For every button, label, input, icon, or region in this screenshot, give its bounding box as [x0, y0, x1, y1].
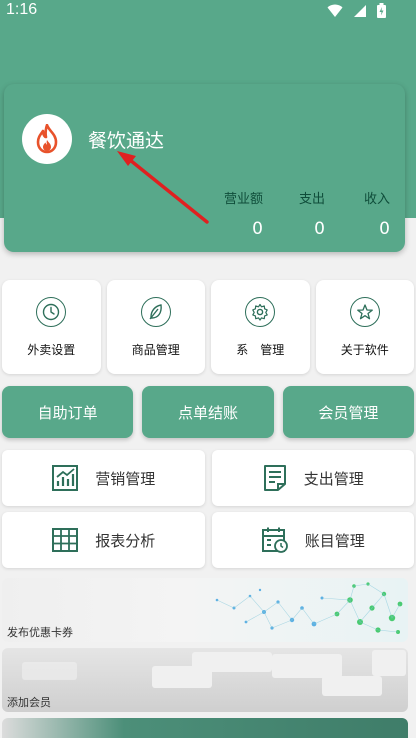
chart-icon — [52, 465, 79, 491]
stat-revenue-label: 营业额 — [223, 192, 263, 207]
report-analysis-tile[interactable]: 报表分析 — [2, 512, 205, 568]
about-software-tile[interactable]: 关于软件 — [315, 280, 414, 374]
decor-block — [322, 676, 382, 696]
report-analysis-label: 报表分析 — [95, 531, 156, 550]
fire-icon — [36, 124, 58, 154]
stat-revenue: 营业额 0 — [224, 188, 263, 239]
summary-card: 餐饮通达 营业额 0 支出 0 收入 0 — [4, 84, 405, 252]
coupon-banner-label: 发布优惠卡券 — [7, 626, 73, 639]
wifi-icon — [327, 4, 343, 17]
promo-banner-partial[interactable] — [2, 718, 408, 738]
quick-settings-grid: 外卖设置 商品管理 系 管理 关于软件 — [2, 280, 414, 374]
decor-block — [272, 654, 342, 678]
member-management-button[interactable]: 会员管理 — [282, 386, 414, 438]
expense-management-label: 支出管理 — [303, 469, 364, 488]
stat-expense-label: 支出 — [298, 192, 325, 207]
app-title: 餐饮通达 — [88, 130, 165, 152]
calendar-icon — [261, 527, 288, 553]
stat-income: 收入 0 — [364, 188, 390, 239]
battery-icon — [377, 3, 386, 18]
stat-income-label: 收入 — [363, 192, 390, 207]
add-member-banner[interactable]: 添加会员 — [2, 648, 408, 712]
product-management-tile[interactable]: 商品管理 — [106, 280, 205, 374]
status-bar: 1:16 — [0, 0, 416, 24]
feather-icon — [140, 296, 171, 327]
account-management-label: 账目管理 — [304, 531, 365, 550]
self-order-button[interactable]: 自助订单 — [2, 386, 134, 438]
coupon-banner[interactable]: 发布优惠卡券 — [2, 578, 408, 642]
system-management-label: 系 管理 — [236, 342, 285, 357]
product-management-label: 商品管理 — [131, 342, 180, 357]
module-row-2: 报表分析 账目管理 — [2, 512, 414, 568]
status-time: 1:16 — [6, 1, 38, 18]
table-icon — [52, 528, 79, 552]
account-management-tile[interactable]: 账目管理 — [211, 512, 414, 568]
decor-block — [192, 652, 272, 672]
decor-block — [22, 662, 77, 680]
expense-management-tile[interactable]: 支出管理 — [211, 450, 414, 506]
order-checkout-button[interactable]: 点单结账 — [142, 386, 274, 438]
marketing-management-label: 营销管理 — [95, 469, 156, 488]
takeout-settings-tile[interactable]: 外卖设置 — [2, 280, 101, 374]
module-row-1: 营销管理 支出管理 — [2, 450, 414, 506]
marketing-management-tile[interactable]: 营销管理 — [2, 450, 205, 506]
stat-revenue-value: 0 — [252, 219, 263, 239]
signal-icon — [354, 4, 366, 17]
main-actions: 自助订单 点单结账 会员管理 — [2, 386, 414, 438]
decor-block — [372, 650, 406, 676]
gear-icon — [245, 296, 276, 327]
add-member-banner-label: 添加会员 — [7, 696, 51, 709]
star-icon — [349, 296, 380, 327]
stat-income-value: 0 — [379, 219, 390, 239]
clock-icon — [36, 296, 67, 327]
app-logo — [22, 114, 72, 164]
about-software-label: 关于软件 — [340, 342, 389, 357]
system-management-tile[interactable]: 系 管理 — [211, 280, 310, 374]
document-icon — [263, 465, 286, 491]
stat-expense-value: 0 — [314, 219, 325, 239]
stat-expense: 支出 0 — [299, 188, 325, 239]
takeout-settings-label: 外卖设置 — [27, 342, 76, 357]
status-icons — [327, 3, 386, 18]
